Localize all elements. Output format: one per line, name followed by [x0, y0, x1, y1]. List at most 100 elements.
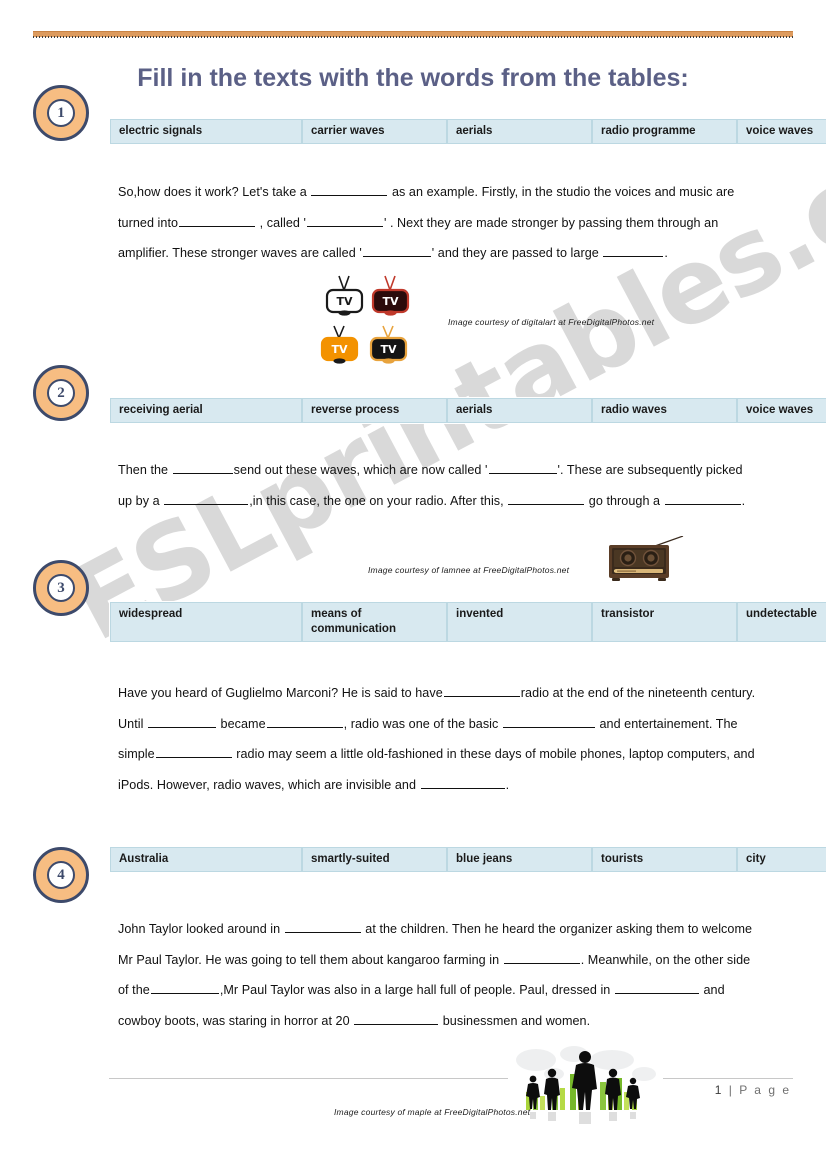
tv-icon-white: TV — [325, 275, 364, 316]
word-cell: voice waves — [736, 397, 826, 424]
word-cell: means of communication — [301, 600, 447, 643]
answer-blank[interactable] — [362, 243, 431, 257]
section-badge-number-4: 4 — [47, 861, 75, 889]
svg-text:TV: TV — [382, 295, 399, 308]
text-run: So,how does it work? Let's take a — [118, 185, 311, 199]
word-bank-table-3: widespread means of communication invent… — [109, 600, 826, 643]
answer-blank[interactable] — [420, 775, 505, 789]
answer-blank[interactable] — [284, 919, 361, 933]
word-bank-table-2: receiving aerial reverse process aerials… — [109, 397, 826, 424]
page-title: Fill in the texts with the words from th… — [137, 64, 689, 92]
text-run: John Taylor looked around in — [118, 922, 284, 936]
word-cell: radio programme — [591, 118, 737, 145]
word-cell: carrier waves — [301, 118, 447, 145]
image-caption-4: Image courtesy of maple at FreeDigitalPh… — [334, 1107, 531, 1117]
answer-blank[interactable] — [148, 714, 216, 728]
word-cell: aerials — [446, 118, 592, 145]
image-caption-2: Image courtesy of lamnee at FreeDigitalP… — [368, 565, 570, 575]
tv-icon-red: TV — [371, 275, 410, 316]
answer-blank[interactable] — [664, 491, 741, 505]
word-cell: blue jeans — [446, 846, 592, 873]
word-cell: radio waves — [591, 397, 737, 424]
word-cell: aerials — [446, 397, 592, 424]
text-run: ,in this case, the one on your radio. Af… — [249, 493, 508, 508]
table-row: receiving aerial reverse process aerials… — [109, 397, 826, 424]
top-border-dot-pattern — [33, 36, 793, 38]
image-caption-1: Image courtesy of digitalart at FreeDigi… — [448, 317, 655, 327]
vintage-radio-photo — [603, 535, 685, 584]
exercise-paragraph-2: Then the send out these waves, which are… — [118, 455, 758, 516]
business-people-silhouettes — [508, 1040, 663, 1126]
word-cell: Australia — [109, 846, 302, 873]
text-run: became — [217, 716, 266, 731]
tv-sets-illustration: TV TV TV TV — [315, 274, 425, 370]
page-number-separator: | — [728, 1083, 734, 1097]
word-cell: voice waves — [736, 118, 826, 145]
tv-icon-black: TV — [369, 325, 408, 364]
text-run: businessmen and women. — [439, 1013, 591, 1028]
word-cell: widespread — [109, 600, 302, 643]
word-cell: transistor — [591, 600, 737, 643]
text-run: . — [505, 777, 510, 792]
table-row: widespread means of communication invent… — [109, 600, 826, 643]
answer-blank[interactable] — [172, 460, 233, 474]
answer-blank[interactable] — [266, 714, 343, 728]
word-bank-table-4: Australia smartly-suited blue jeans tour… — [109, 846, 826, 873]
word-cell: receiving aerial — [109, 397, 302, 424]
business-people-svg — [508, 1040, 663, 1126]
answer-blank[interactable] — [311, 182, 388, 196]
table-row: Australia smartly-suited blue jeans tour… — [109, 846, 826, 873]
section-badge-1: 1 — [33, 85, 89, 141]
text-run: go through a — [585, 493, 664, 508]
text-run: Then the — [118, 463, 172, 477]
decorative-top-border — [33, 31, 793, 38]
section-badge-number-3: 3 — [47, 574, 75, 602]
svg-text:TV: TV — [380, 343, 397, 356]
text-run: . — [741, 493, 746, 508]
answer-blank[interactable] — [179, 213, 256, 227]
text-run: ,Mr Paul Taylor was also in a large hall… — [219, 983, 614, 997]
answer-blank[interactable] — [443, 683, 520, 697]
answer-blank[interactable] — [354, 1011, 439, 1025]
answer-blank[interactable] — [503, 950, 580, 964]
answer-blank[interactable] — [614, 980, 699, 994]
page-number: 1 | P a g e — [715, 1083, 791, 1097]
word-cell: tourists — [591, 846, 737, 873]
word-cell: invented — [446, 600, 592, 643]
section-badge-number-1: 1 — [47, 99, 75, 127]
text-run: ' and they are passed to large — [431, 246, 603, 260]
word-cell: city — [736, 846, 826, 873]
text-run: . — [664, 246, 668, 260]
text-run: , radio was one of the basic — [343, 716, 502, 731]
word-cell: undetectable — [736, 600, 826, 643]
radio-antenna — [654, 535, 684, 547]
exercise-paragraph-3: Have you heard of Guglielmo Marconi? He … — [118, 678, 758, 800]
tv-icon-orange: TV — [320, 325, 359, 364]
tv-sets-svg: TV TV TV TV — [320, 275, 410, 364]
answer-blank[interactable] — [502, 714, 595, 728]
answer-blank[interactable] — [508, 491, 585, 505]
exercise-paragraph-1: So,how does it work? Let's take a as an … — [118, 177, 758, 269]
page-number-value: 1 — [714, 1083, 724, 1097]
text-run: , called ' — [256, 215, 306, 230]
answer-blank[interactable] — [164, 491, 249, 505]
word-cell: smartly-suited — [301, 846, 447, 873]
word-cell: reverse process — [301, 397, 447, 424]
exercise-paragraph-4: John Taylor looked around in at the chil… — [118, 914, 758, 1036]
word-cell: electric signals — [109, 118, 302, 145]
table-row: electric signals carrier waves aerials r… — [109, 118, 826, 145]
answer-blank[interactable] — [150, 980, 219, 994]
vintage-radio-svg — [609, 535, 684, 581]
answer-blank[interactable] — [155, 744, 232, 758]
footer-divider — [109, 1078, 793, 1079]
answer-blank[interactable] — [306, 213, 383, 227]
section-badge-3: 3 — [33, 560, 89, 616]
answer-blank[interactable] — [603, 243, 664, 257]
text-run: Have you heard of Guglielmo Marconi? He … — [118, 686, 443, 700]
svg-text:TV: TV — [331, 343, 348, 356]
text-run: send out these waves, which are now call… — [233, 463, 488, 477]
page-number-label: P a g e — [739, 1083, 791, 1097]
answer-blank[interactable] — [488, 460, 557, 474]
section-badge-2: 2 — [33, 365, 89, 421]
section-badge-4: 4 — [33, 847, 89, 903]
